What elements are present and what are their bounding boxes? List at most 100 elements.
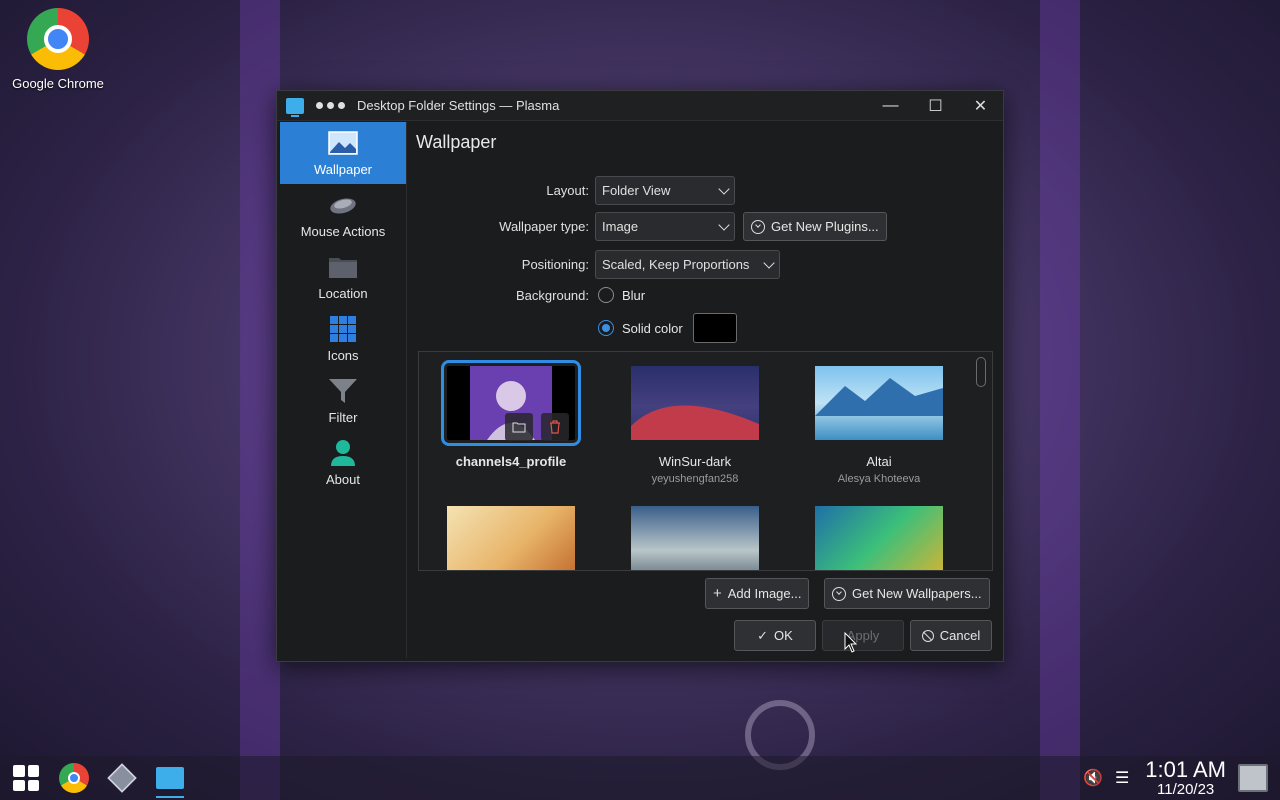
volume-muted-icon[interactable]: 🔇 <box>1083 768 1103 788</box>
download-icon <box>832 586 846 601</box>
download-icon <box>751 219 765 234</box>
wallpaper-thumbnail[interactable] <box>631 366 759 440</box>
start-menu-button[interactable] <box>4 756 48 800</box>
window-titlebar[interactable]: Desktop Folder Settings — Plasma — ☐ ✕ <box>277 91 1003 121</box>
wallpaper-type-combobox[interactable]: Image <box>595 212 735 241</box>
page-title: Wallpaper <box>416 132 497 152</box>
cancel-label: Cancel <box>939 628 981 643</box>
settings-monitor-icon <box>156 767 184 789</box>
check-icon: ✓ <box>757 627 769 643</box>
get-new-wallpapers-label: Get New Wallpapers... <box>852 586 982 601</box>
wallpaper-item[interactable]: channels4_profile <box>419 360 603 469</box>
folder-icon <box>328 254 358 280</box>
clock-time: 1:01 AM <box>1145 756 1226 782</box>
app-monitor-icon <box>286 97 304 117</box>
sidebar-item-icons[interactable]: Icons <box>280 308 406 370</box>
layout-combobox[interactable]: Folder View <box>595 176 735 205</box>
desktop-icon-chrome[interactable]: Google Chrome <box>6 8 110 91</box>
blur-radio[interactable] <box>598 287 614 303</box>
sidebar-item-label: Wallpaper <box>313 161 373 177</box>
wallpaper-name: Altai <box>866 454 892 469</box>
close-button[interactable]: ✕ <box>958 91 1003 121</box>
chevron-down-icon <box>718 182 730 195</box>
clock[interactable]: 1:01 AM 11/20/23 <box>1145 756 1226 798</box>
wallpaper-grid[interactable]: channels4_profile WinSur-dark yeyushengf… <box>418 351 993 571</box>
icons-grid-icon <box>328 315 358 342</box>
ok-label: OK <box>774 628 793 643</box>
sidebar-item-label: Mouse Actions <box>300 223 386 239</box>
sidebar-item-filter[interactable]: Filter <box>280 370 406 432</box>
layout-label: Layout: <box>546 183 589 198</box>
filter-icon <box>328 378 358 404</box>
show-desktop-button[interactable] <box>1238 764 1268 792</box>
positioning-label: Positioning: <box>521 257 589 272</box>
start-menu-icon <box>13 765 39 791</box>
sidebar: Wallpaper Mouse Actions Location Icons F… <box>280 122 407 658</box>
sidebar-item-location[interactable]: Location <box>280 246 406 308</box>
desktop-icon-label: Google Chrome <box>12 76 104 91</box>
background-label: Background: <box>516 287 589 303</box>
add-image-button[interactable]: + Add Image... <box>705 578 810 609</box>
open-folder-button[interactable] <box>505 413 533 441</box>
sidebar-item-mouse-actions[interactable]: Mouse Actions <box>280 184 406 246</box>
chevron-down-icon <box>763 256 775 269</box>
mouse-cursor-icon <box>844 632 858 653</box>
taskbar-chrome[interactable] <box>52 756 96 800</box>
chevron-down-icon <box>718 218 730 231</box>
taskbar-settings-window[interactable] <box>148 756 192 800</box>
sidebar-item-label: Icons <box>327 347 359 363</box>
tray-menu-icon[interactable]: ☰ <box>1115 768 1129 788</box>
grid-scrollbar[interactable] <box>976 357 986 387</box>
wallpaper-type-label: Wallpaper type: <box>499 219 589 234</box>
color-swatch-button[interactable] <box>692 313 737 343</box>
wallpaper-item[interactable]: WinSur-dark yeyushengfan258 <box>603 366 787 485</box>
get-new-plugins-label: Get New Plugins... <box>771 219 879 234</box>
wallpaper-thumbnail[interactable] <box>815 366 943 440</box>
taskbar-virtualbox[interactable] <box>100 756 144 800</box>
wallpaper-icon <box>328 130 358 156</box>
sidebar-item-label: Location <box>318 285 368 301</box>
wallpaper-item[interactable]: Altai Alesya Khoteeva <box>787 366 971 485</box>
positioning-value: Scaled, Keep Proportions <box>602 257 750 272</box>
sidebar-item-label: Filter <box>328 409 358 425</box>
wallpaper-band-left <box>240 0 280 800</box>
wallpaper-item[interactable] <box>603 506 787 570</box>
sidebar-item-label: About <box>326 471 360 487</box>
positioning-combobox[interactable]: Scaled, Keep Proportions <box>595 250 780 279</box>
get-new-wallpapers-button[interactable]: Get New Wallpapers... <box>824 578 990 609</box>
apply-button[interactable]: Apply <box>822 620 904 651</box>
get-new-plugins-button[interactable]: Get New Plugins... <box>743 212 887 241</box>
window-menu-icon[interactable] <box>316 102 345 109</box>
mouse-icon <box>328 192 358 218</box>
layout-value: Folder View <box>602 183 671 198</box>
ok-button[interactable]: ✓ OK <box>734 620 816 651</box>
delete-wallpaper-button[interactable] <box>541 413 569 441</box>
sidebar-item-about[interactable]: About <box>280 432 406 494</box>
blur-label[interactable]: Blur <box>622 288 645 303</box>
maximize-button[interactable]: ☐ <box>913 91 958 121</box>
settings-window: Desktop Folder Settings — Plasma — ☐ ✕ W… <box>276 90 1004 662</box>
wallpaper-thumbnail[interactable] <box>447 506 575 570</box>
window-title: Desktop Folder Settings — Plasma <box>357 98 560 113</box>
wallpaper-band-right <box>1040 0 1080 800</box>
system-tray: 🔇 ☰ 1:01 AM 11/20/23 <box>1083 756 1280 800</box>
chrome-icon <box>59 763 89 793</box>
wallpaper-thumbnail[interactable] <box>441 360 581 446</box>
solid-color-radio[interactable] <box>598 320 614 336</box>
wallpaper-thumbnail[interactable] <box>631 506 759 570</box>
wallpaper-author: Alesya Khoteeva <box>837 473 921 485</box>
clock-date: 11/20/23 <box>1157 780 1215 798</box>
wallpaper-item[interactable] <box>787 506 971 570</box>
plus-icon: + <box>713 585 722 602</box>
minimize-button[interactable]: — <box>868 91 913 121</box>
wallpaper-thumbnail[interactable] <box>815 506 943 570</box>
sidebar-item-wallpaper[interactable]: Wallpaper <box>280 122 406 184</box>
wallpaper-name: WinSur-dark <box>658 454 732 469</box>
cancel-button[interactable]: Cancel <box>910 620 992 651</box>
wallpaper-type-value: Image <box>602 219 639 234</box>
taskbar: 🔇 ☰ 1:01 AM 11/20/23 <box>0 756 1280 800</box>
content-panel: Wallpaper Layout: Folder View Wallpaper … <box>408 122 1003 661</box>
chrome-icon <box>27 8 89 70</box>
solid-color-label[interactable]: Solid color <box>622 321 683 336</box>
wallpaper-item[interactable] <box>419 506 603 570</box>
